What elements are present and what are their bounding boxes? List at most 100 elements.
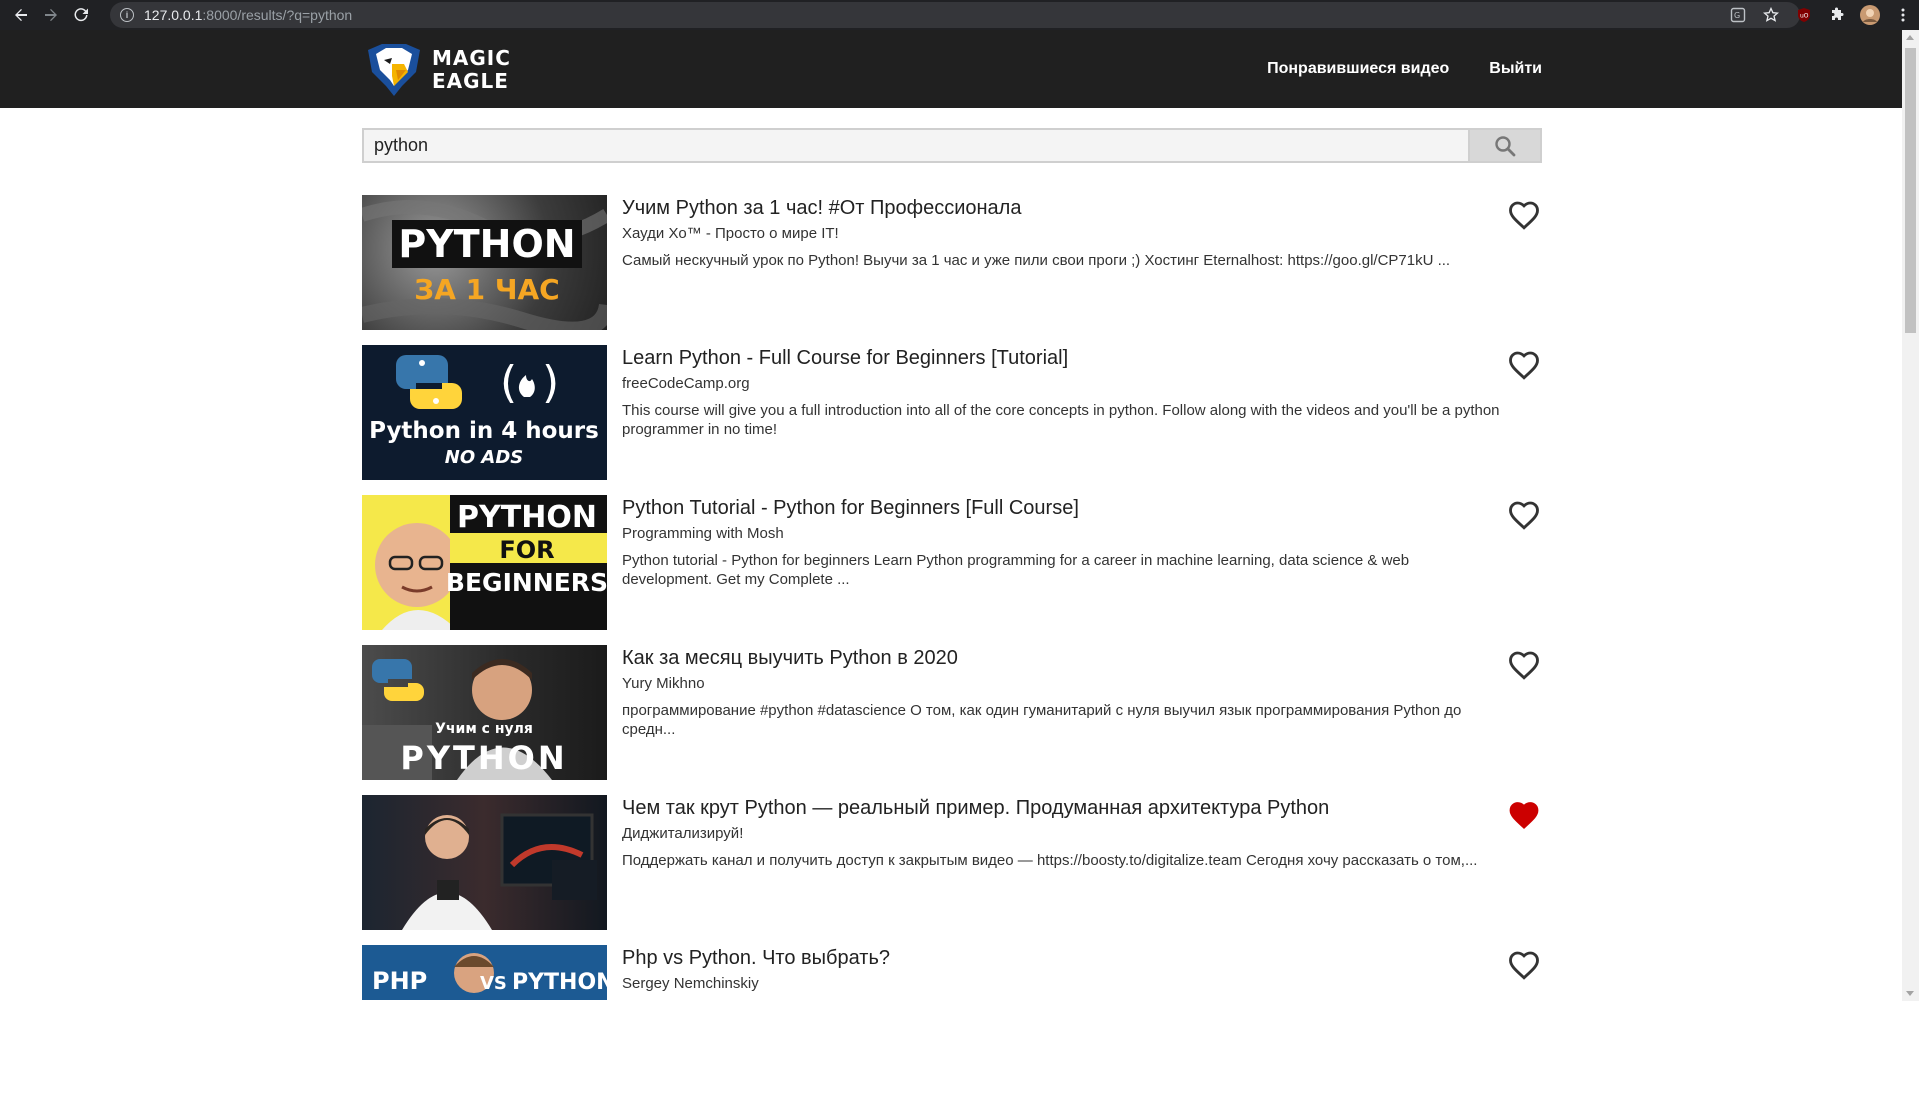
channel-name: Диджитализируй! [622,825,744,842]
video-title[interactable]: Как за месяц выучить Python в 2020 [622,645,1502,671]
site-header: MAGIC EAGLE Понравившиеся видео Выйти [0,30,1902,108]
thumb-title: PYTHON [457,500,597,535]
result-info: Чем так крут Python — реальный пример. П… [622,795,1502,870]
like-button[interactable] [1506,497,1542,533]
heart-outline-icon [1509,201,1539,230]
profile-button[interactable] [1853,0,1886,30]
video-thumbnail[interactable]: ( ) Python in 4 hours NO ADS [362,345,607,480]
svg-text:uO: uO [1800,13,1809,20]
logout-link[interactable]: Выйти [1489,60,1542,78]
browser-toolbar: i 127.0.0.1:8000/results/?q=python G uO [0,0,1919,30]
bookmark-button[interactable] [1754,0,1787,30]
video-description: Python tutorial - Python for beginners L… [622,552,1410,588]
shield-icon: uO [1797,8,1810,22]
thumbnail-art [402,813,597,930]
extensions-button[interactable] [1820,0,1853,30]
channel-name: freeCodeCamp.org [622,375,750,392]
browser-menu-button[interactable] [1886,0,1919,30]
url-path: :8000/results/?q=python [202,7,353,23]
video-title[interactable]: Чем так крут Python — реальный пример. П… [622,795,1502,821]
python-logo-icon [372,659,424,701]
video-description: Самый нескучный урок по Python! Выучи за… [622,252,1451,269]
result-info: Учим Python за 1 час! #От Профессионала … [622,195,1502,270]
heart-filled-icon [1509,802,1539,829]
like-button[interactable] [1506,797,1542,833]
result-item: PYTHON FOR BEGINNERS Python Tutorial - P… [362,495,1542,645]
scroll-thumb[interactable] [1905,48,1916,333]
logo-line-2: EAGLE [432,69,509,93]
thumbnail-art: PYTHON ЗА 1 ЧАС [362,200,607,330]
result-item: PYTHON ЗА 1 ЧАС Учим Python за 1 час! #О… [362,195,1542,345]
svg-text:): ) [542,357,559,408]
result-info: Php vs Python. Что выбрать? Sergey Nemch… [622,945,1502,994]
heart-outline-icon [1509,651,1539,680]
thumb-title: PHP [372,967,427,995]
fire-icon [518,375,535,397]
video-thumbnail[interactable] [362,795,607,930]
svg-text:G: G [1734,11,1740,20]
heart-outline-icon [1509,951,1539,980]
like-button[interactable] [1506,947,1542,983]
video-thumbnail[interactable]: Учим с нуля PYTHON [362,645,607,780]
thumb-subtitle: NO ADS [445,447,523,468]
avatar [1859,5,1880,25]
thumb-title: Python in 4 hours [369,418,599,444]
video-thumbnail[interactable]: PYTHON ЗА 1 ЧАС [362,195,607,330]
result-info: Python Tutorial - Python for Beginners [… [622,495,1502,589]
page-scrollbar[interactable] [1902,30,1919,1001]
back-button[interactable] [6,0,36,30]
header-nav: Понравившиеся видео Выйти [1227,30,1542,108]
thumb-title: PYTHON [398,222,575,266]
logo-line-1: MAGIC [432,46,511,70]
search-icon [1495,135,1516,156]
video-title[interactable]: Учим Python за 1 час! #От Профессионала [622,195,1502,221]
python-logo-icon [396,355,462,409]
address-bar[interactable]: i 127.0.0.1:8000/results/?q=python [110,2,1800,28]
forward-button[interactable] [36,0,66,30]
video-title[interactable]: Learn Python - Full Course for Beginners… [622,345,1502,371]
thumb-extra: PYTHON [512,970,607,995]
url-host: 127.0.0.1 [144,7,203,23]
reload-icon [74,8,88,22]
channel-name: Yury Mikhno [622,675,705,692]
channel-name: Хауди Хо™ - Просто о мире IT! [622,225,839,242]
video-description: Поддержать канал и получить доступ к зак… [622,852,1478,869]
video-title[interactable]: Php vs Python. Что выбрать? [622,945,1502,971]
video-description: программирование #python #datascience О … [622,702,1462,738]
logo-text: MAGIC EAGLE [432,47,511,93]
channel-name: Sergey Nemchinskiy [622,975,759,992]
thumb-subtitle: FOR [499,536,554,564]
scroll-up-arrow-icon[interactable] [1906,35,1914,40]
heart-outline-icon [1509,501,1539,530]
search-form [362,128,1542,163]
video-thumbnail[interactable]: PHP VS PYTHON [362,945,607,1000]
video-thumbnail[interactable]: PYTHON FOR BEGINNERS [362,495,607,630]
search-button[interactable] [1468,128,1542,163]
thumb-subtitle: VS [480,973,507,994]
thumbnail-art: Учим с нуля PYTHON [362,659,565,780]
translate-icon: G [1730,7,1745,23]
like-button[interactable] [1506,647,1542,683]
thumb-subtitle: ЗА 1 ЧАС [414,273,559,306]
scroll-down-arrow-icon[interactable] [1906,991,1914,996]
search-input[interactable] [362,128,1468,163]
result-item: Чем так крут Python — реальный пример. П… [362,795,1542,945]
like-button[interactable] [1506,347,1542,383]
channel-name: Programming with Mosh [622,525,784,542]
eagle-logo-icon [368,44,420,96]
heart-outline-icon [1509,351,1539,380]
arrow-left-icon [15,9,27,21]
thumbnail-art: PYTHON FOR BEGINNERS [375,495,607,630]
site-logo[interactable]: MAGIC EAGLE [362,42,511,98]
translate-button[interactable]: G [1721,0,1754,30]
ublock-button[interactable]: uO [1787,0,1820,30]
liked-videos-link[interactable]: Понравившиеся видео [1267,60,1449,78]
like-button[interactable] [1506,197,1542,233]
search-results: PYTHON ЗА 1 ЧАС Учим Python за 1 час! #О… [362,195,1542,1095]
kebab-menu-icon [1901,8,1904,22]
result-item: ( ) Python in 4 hours NO ADS Learn Pytho… [362,345,1542,495]
video-title[interactable]: Python Tutorial - Python for Beginners [… [622,495,1502,521]
reload-button[interactable] [66,0,96,30]
info-icon[interactable]: i [120,8,134,22]
thumb-extra: BEGINNERS [446,568,607,597]
